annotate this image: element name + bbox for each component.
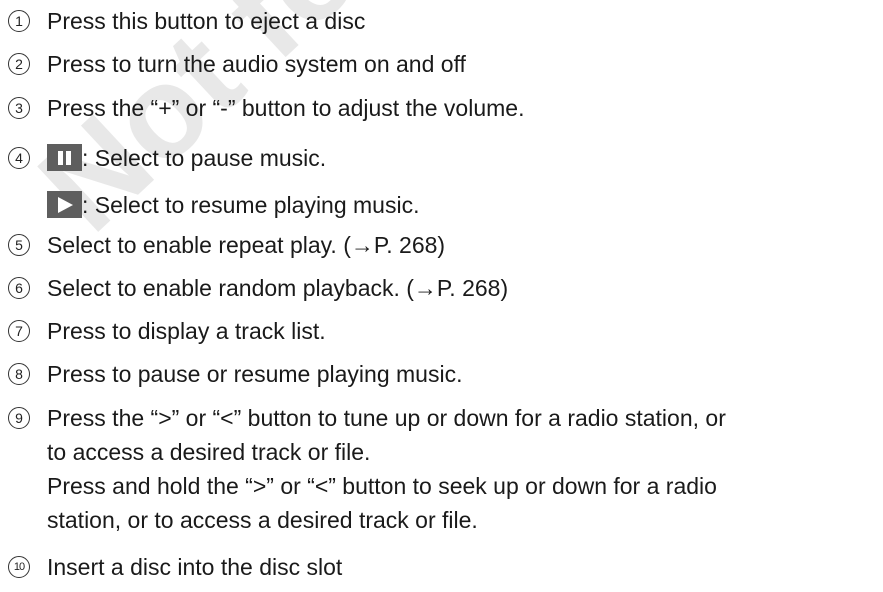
item-text-line-2: to access a desired track or file. [47,439,371,465]
item-number: 7 [8,320,30,342]
pause-icon [47,144,82,171]
play-icon [47,191,82,218]
item-text-play: : Select to resume playing music. [47,188,877,222]
item-number: 2 [8,53,30,75]
item-number: 3 [8,97,30,119]
item-text: Insert a disc into the disc slot [47,554,343,580]
item-number: 8 [8,363,30,385]
item-text: Press to turn the audio system on and of… [47,51,466,77]
item-number: 10 [8,556,30,578]
item-text: Select to enable repeat play. (→P. 268) [47,232,446,258]
item-text-pause: : Select to pause music. [47,141,877,175]
item-text: Press the “+” or “-” button to adjust th… [47,95,525,121]
item-number: 4 [8,147,30,169]
item-number: 1 [8,10,30,32]
item-text: Press to pause or resume playing music. [47,361,463,387]
item-number: 6 [8,277,30,299]
item-text-line-1: Press the “>” or “<” button to tune up o… [47,405,726,431]
item-number: 9 [8,407,30,429]
item-text: Press this button to eject a disc [47,8,366,34]
item-number: 5 [8,234,30,256]
item-text-line-3: Press and hold the “>” or “<” button to … [47,473,717,499]
item-text: Select to enable random playback. (→P. 2… [47,275,509,301]
item-text-line-4: station, or to access a desired track or… [47,507,478,533]
item-text: Press to display a track list. [47,318,326,344]
